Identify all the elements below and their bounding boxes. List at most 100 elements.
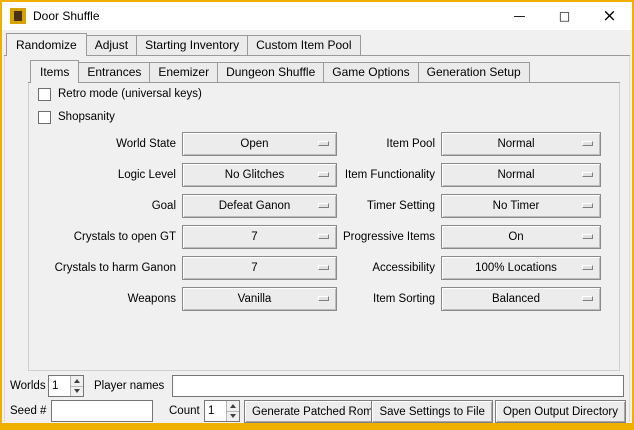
accessibility-label: Accessibility (343, 256, 435, 280)
spin-arrows (70, 376, 83, 396)
count-spinbox-input[interactable] (205, 401, 226, 421)
crystals-harm-ganon-dropdown[interactable]: 7 (182, 256, 337, 280)
dropdown-indicator-icon (582, 234, 593, 239)
dropdown-indicator-icon (582, 265, 593, 270)
spin-up-button[interactable] (70, 376, 83, 386)
window-controls: — □ × (497, 2, 632, 30)
crystals-open-gt-dropdown[interactable]: 7 (182, 225, 337, 249)
worlds-row: Worlds Player names (2, 375, 632, 397)
close-button[interactable]: × (587, 2, 632, 30)
retro-mode-checkbox[interactable]: Retro mode (universal keys) (38, 87, 202, 101)
seed-label: Seed # (10, 400, 46, 422)
crystals-harm-ganon-label: Crystals to harm Ganon (38, 256, 176, 280)
weapons-dropdown[interactable]: Vanilla (182, 287, 337, 311)
tab-entrances[interactable]: Entrances (78, 62, 150, 82)
goal-dropdown[interactable]: Defeat Ganon (182, 194, 337, 218)
items-panel: Retro mode (universal keys) Shopsanity W… (28, 83, 620, 371)
up-arrow-icon (230, 404, 236, 408)
spin-up-button[interactable] (226, 401, 239, 411)
dropdown-value: No Timer (493, 200, 550, 212)
dropdown-value: 7 (251, 231, 267, 243)
maximize-button[interactable]: □ (542, 2, 587, 30)
down-arrow-icon (74, 389, 80, 393)
app-icon (10, 8, 26, 24)
titlebar: Door Shuffle — □ × (2, 2, 632, 30)
inner-tab-bar: Items Entrances Enemizer Dungeon Shuffle… (28, 60, 620, 83)
player-names-label: Player names (94, 375, 164, 397)
window-title: Door Shuffle (33, 9, 100, 23)
dropdown-indicator-icon (318, 172, 329, 177)
world-state-dropdown[interactable]: Open (182, 132, 337, 156)
save-settings-button[interactable]: Save Settings to File (371, 400, 492, 423)
tab-dungeon-shuffle[interactable]: Dungeon Shuffle (217, 62, 324, 82)
tab-custom-item-pool[interactable]: Custom Item Pool (247, 35, 360, 55)
dropdown-value: On (508, 231, 533, 243)
dropdown-indicator-icon (318, 234, 329, 239)
spin-down-button[interactable] (226, 411, 239, 422)
count-label: Count (169, 400, 200, 422)
dropdown-value: Defeat Ganon (219, 200, 301, 212)
shopsanity-label: Shopsanity (58, 111, 115, 123)
dropdown-indicator-icon (582, 141, 593, 146)
tab-generation-setup[interactable]: Generation Setup (418, 62, 530, 82)
tab-randomize[interactable]: Randomize (6, 33, 87, 56)
dropdown-value: Normal (497, 138, 544, 150)
accessibility-dropdown[interactable]: 100% Locations (441, 256, 601, 280)
randomize-panel: Items Entrances Enemizer Dungeon Shuffle… (4, 56, 630, 422)
options-grid: World State Open Item Pool Normal Logic … (38, 132, 601, 311)
shopsanity-checkbox[interactable]: Shopsanity (38, 110, 115, 124)
world-state-label: World State (38, 132, 176, 156)
dropdown-indicator-icon (318, 203, 329, 208)
dropdown-value: Vanilla (238, 293, 282, 305)
worlds-spinbox[interactable] (48, 375, 84, 397)
worlds-label: Worlds (10, 375, 46, 397)
tab-items[interactable]: Items (30, 60, 79, 83)
up-arrow-icon (74, 379, 80, 383)
down-arrow-icon (230, 414, 236, 418)
weapons-label: Weapons (38, 287, 176, 311)
dropdown-value: No Glitches (225, 169, 294, 181)
dropdown-indicator-icon (582, 203, 593, 208)
dropdown-value: 7 (251, 262, 267, 274)
retro-mode-label: Retro mode (universal keys) (58, 88, 202, 100)
item-functionality-dropdown[interactable]: Normal (441, 163, 601, 187)
logic-level-label: Logic Level (38, 163, 176, 187)
timer-setting-label: Timer Setting (343, 194, 435, 218)
dropdown-indicator-icon (582, 172, 593, 177)
item-pool-dropdown[interactable]: Normal (441, 132, 601, 156)
window-content: Randomize Adjust Starting Inventory Cust… (2, 30, 632, 423)
outer-tab-bar: Randomize Adjust Starting Inventory Cust… (4, 33, 630, 56)
dropdown-value: Normal (497, 169, 544, 181)
crystals-open-gt-label: Crystals to open GT (38, 225, 176, 249)
tab-enemizer[interactable]: Enemizer (149, 62, 218, 82)
item-functionality-label: Item Functionality (343, 163, 435, 187)
timer-setting-dropdown[interactable]: No Timer (441, 194, 601, 218)
checkbox-icon (38, 88, 51, 101)
logic-level-dropdown[interactable]: No Glitches (182, 163, 337, 187)
spin-down-button[interactable] (70, 386, 83, 397)
tab-game-options[interactable]: Game Options (323, 62, 418, 82)
dropdown-value: 100% Locations (475, 262, 567, 274)
item-sorting-dropdown[interactable]: Balanced (441, 287, 601, 311)
seed-row: Seed # Count Generate Patched Rom Save S… (2, 400, 632, 423)
dropdown-value: Open (240, 138, 278, 150)
spin-arrows (226, 401, 239, 421)
dropdown-indicator-icon (318, 141, 329, 146)
app-window: Door Shuffle — □ × Randomize Adjust Star… (0, 0, 634, 430)
dropdown-indicator-icon (318, 265, 329, 270)
progressive-items-label: Progressive Items (343, 225, 435, 249)
count-spinbox[interactable] (204, 400, 240, 422)
dropdown-indicator-icon (318, 296, 329, 301)
worlds-spinbox-input[interactable] (49, 376, 70, 396)
tab-adjust[interactable]: Adjust (86, 35, 137, 55)
open-output-directory-button[interactable]: Open Output Directory (495, 400, 626, 423)
bottom-right-buttons: Save Settings to File Open Output Direct… (371, 400, 626, 423)
item-sorting-label: Item Sorting (343, 287, 435, 311)
goal-label: Goal (38, 194, 176, 218)
minimize-button[interactable]: — (497, 2, 542, 30)
player-names-input[interactable] (172, 375, 624, 397)
tab-starting-inventory[interactable]: Starting Inventory (136, 35, 248, 55)
generate-patched-rom-button[interactable]: Generate Patched Rom (244, 400, 381, 423)
seed-input[interactable] (51, 400, 153, 422)
progressive-items-dropdown[interactable]: On (441, 225, 601, 249)
